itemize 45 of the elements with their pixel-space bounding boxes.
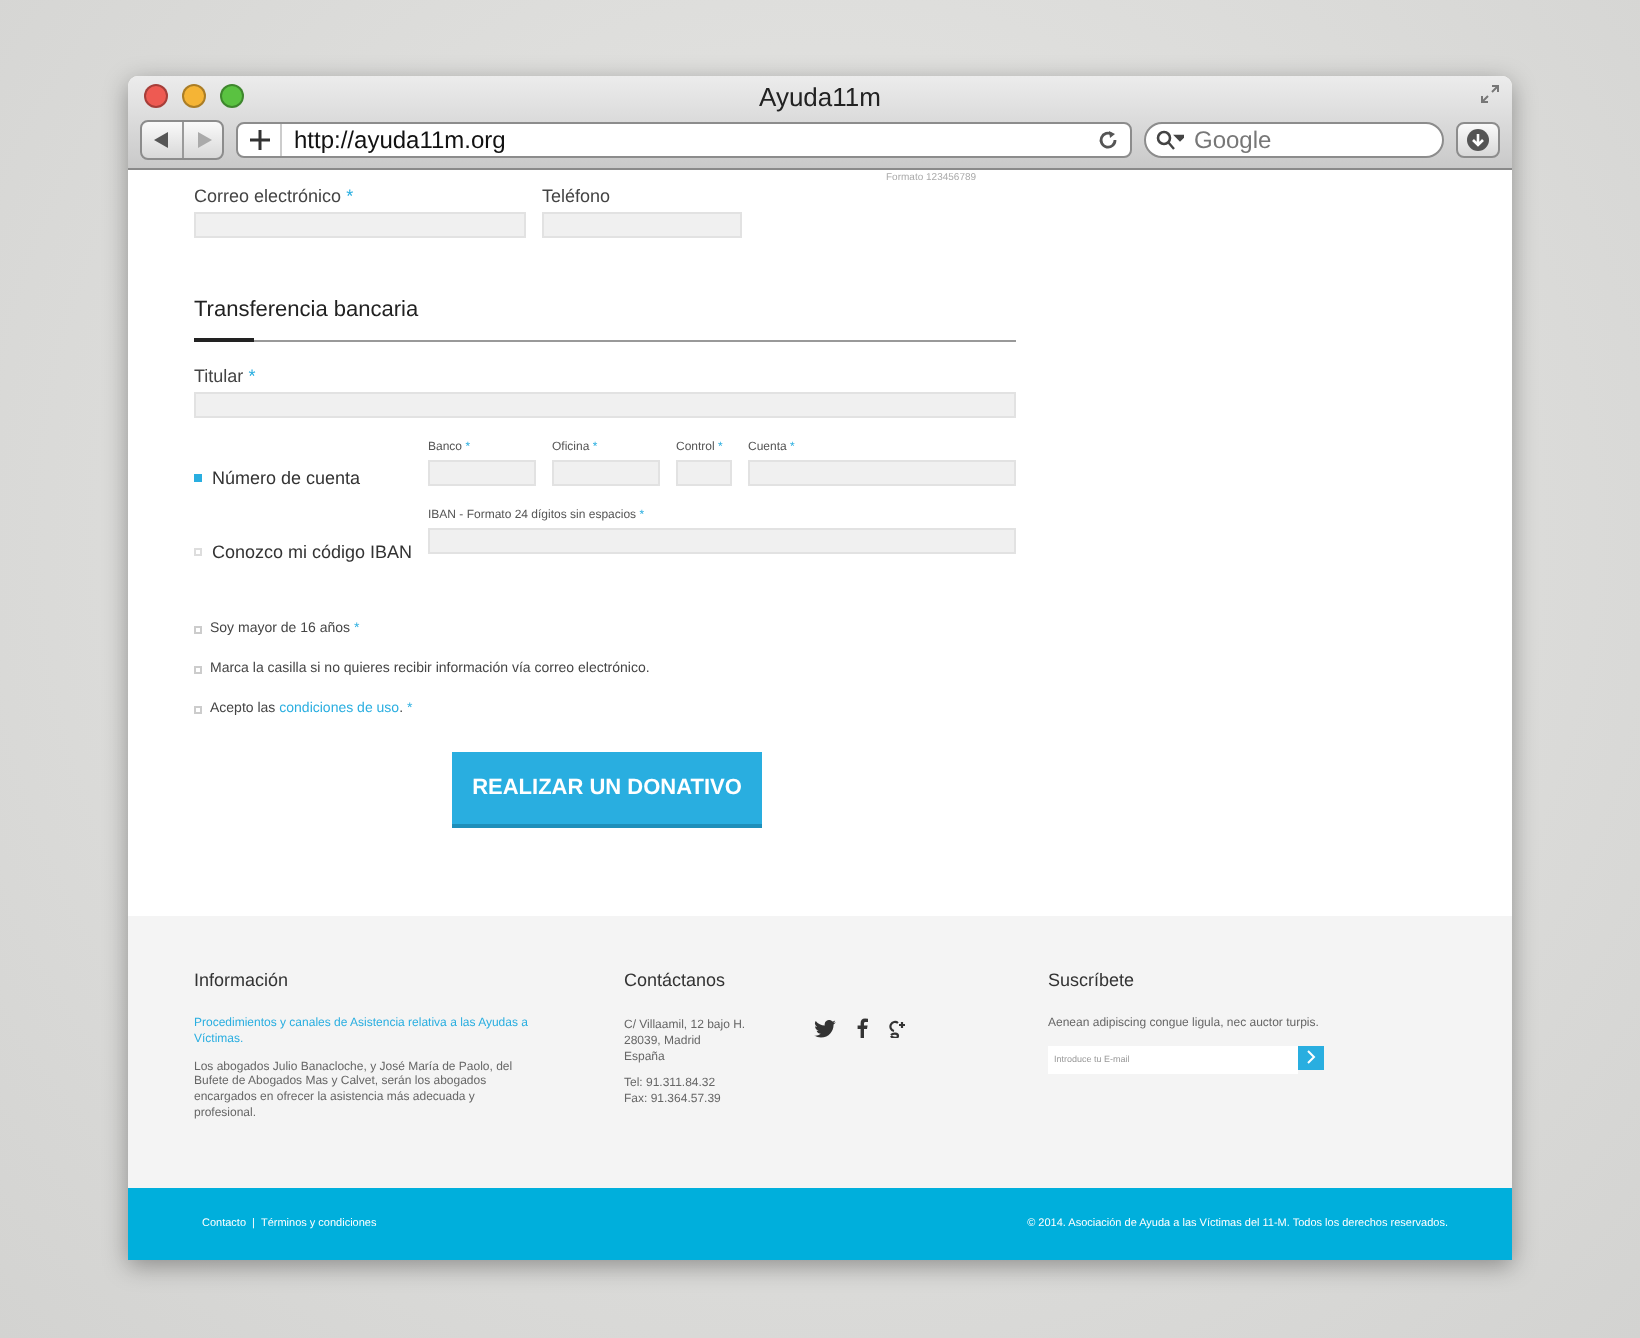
input-field[interactable] bbox=[542, 212, 742, 238]
field-label: Titular bbox=[194, 366, 244, 386]
column-heading: Información bbox=[194, 970, 291, 990]
required-mark: * bbox=[346, 186, 354, 206]
chevron-right-icon bbox=[1306, 1050, 1316, 1065]
right-triangle-icon bbox=[195, 132, 211, 148]
radio-button[interactable] bbox=[194, 548, 202, 556]
tab-underline bbox=[194, 338, 254, 342]
checkbox[interactable] bbox=[194, 665, 202, 673]
input-field[interactable] bbox=[194, 392, 1016, 418]
download-icon bbox=[1466, 128, 1490, 152]
fullscreen-icon[interactable] bbox=[1480, 84, 1500, 104]
input-field[interactable] bbox=[552, 460, 660, 486]
checkbox[interactable] bbox=[194, 705, 202, 713]
field-label: Teléfono bbox=[542, 186, 611, 206]
option-label: Conozco mi código IBAN bbox=[212, 542, 413, 562]
checkbox[interactable] bbox=[194, 625, 202, 633]
input-field[interactable] bbox=[676, 460, 732, 486]
left-triangle-icon bbox=[154, 132, 170, 148]
minimize-icon[interactable] bbox=[182, 84, 206, 108]
section-title: Transferencia bancaria bbox=[194, 298, 421, 322]
option-label: Número de cuenta bbox=[212, 468, 361, 488]
search-icon bbox=[1156, 130, 1184, 150]
facebook-f-icon[interactable] bbox=[856, 1018, 868, 1038]
input-field[interactable] bbox=[428, 460, 536, 486]
plus-icon bbox=[249, 130, 269, 150]
field-label: Correo electrónico bbox=[194, 186, 342, 206]
address-bar[interactable]: http://ayuda11m.org bbox=[236, 122, 1132, 158]
column-heading: Contáctanos bbox=[624, 970, 728, 990]
window-title: Ayuda11m bbox=[759, 81, 881, 111]
input-field[interactable] bbox=[194, 212, 526, 238]
google-plus-icon[interactable] bbox=[888, 1018, 908, 1038]
column-heading: Suscríbete bbox=[1048, 970, 1137, 990]
download-button[interactable] bbox=[1456, 122, 1500, 158]
zoom-icon[interactable] bbox=[220, 84, 244, 108]
required-mark: * bbox=[248, 366, 256, 386]
submit-button[interactable] bbox=[1298, 1045, 1324, 1070]
twitter-bird-icon[interactable] bbox=[814, 1019, 836, 1037]
close-icon[interactable] bbox=[144, 84, 168, 108]
search-field[interactable]: Google bbox=[1144, 122, 1444, 158]
input-field[interactable] bbox=[428, 528, 1016, 554]
reload-icon[interactable] bbox=[1098, 130, 1118, 150]
donate-button[interactable]: REALIZAR UN DONATIVO bbox=[452, 752, 762, 828]
radio-button[interactable] bbox=[194, 474, 202, 482]
input-field[interactable] bbox=[748, 460, 1016, 486]
